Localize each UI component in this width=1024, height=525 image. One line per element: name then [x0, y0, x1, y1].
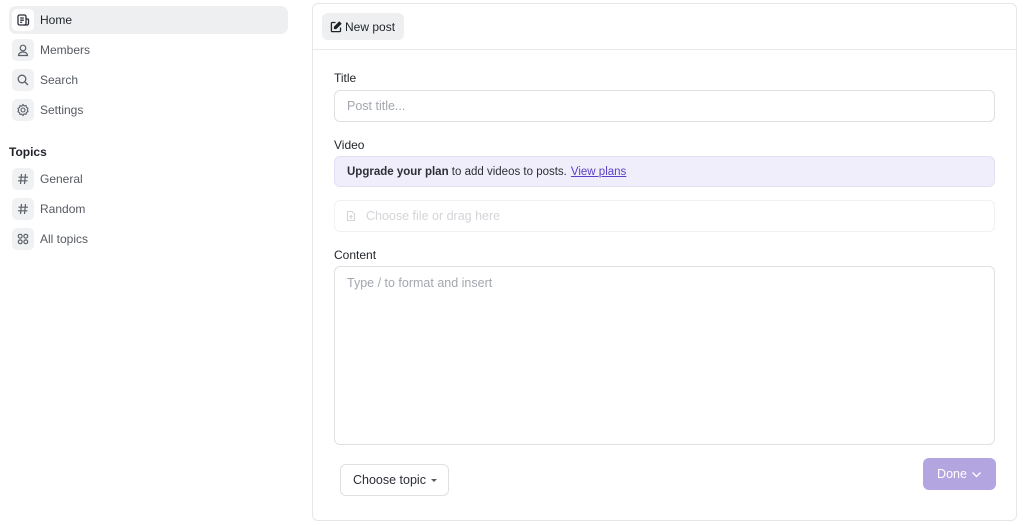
search-icon	[12, 69, 34, 91]
sidebar-item-label: Search	[40, 73, 79, 87]
upgrade-banner: Upgrade your plan to add videos to posts…	[334, 156, 995, 187]
sidebar-item-label: General	[40, 172, 83, 186]
edit-icon	[330, 20, 342, 32]
upgrade-text: to add videos to posts.	[448, 165, 567, 178]
new-post-label: New post	[345, 19, 396, 34]
sidebar-item-label: Members	[40, 43, 91, 57]
file-drop-placeholder: Choose file or drag here	[366, 209, 501, 223]
sidebar-item-random[interactable]: Random	[9, 195, 288, 223]
choose-topic-button[interactable]: Choose topic	[340, 464, 449, 496]
hash-icon	[12, 168, 34, 190]
video-label: Video	[334, 138, 365, 152]
sidebar-item-members[interactable]: Members	[9, 36, 288, 64]
sidebar-item-label: All topics	[40, 232, 89, 246]
sidebar-item-all-topics[interactable]: All topics	[9, 225, 288, 253]
done-label: Done	[937, 467, 967, 481]
panel-header: New post	[313, 4, 1016, 50]
title-label: Title	[334, 71, 357, 85]
title-input[interactable]	[334, 90, 995, 122]
file-upload-icon	[346, 210, 356, 222]
view-plans-link[interactable]: View plans	[571, 166, 626, 178]
content-label: Content	[334, 248, 377, 262]
grid-icon	[12, 228, 34, 250]
done-button[interactable]: Done	[923, 458, 996, 490]
document-icon	[12, 9, 34, 31]
sidebar-item-settings[interactable]: Settings	[9, 96, 288, 124]
choose-topic-label: Choose topic	[353, 473, 426, 487]
caret-down-icon	[430, 478, 437, 482]
sidebar-item-general[interactable]: General	[9, 165, 288, 193]
sidebar-item-label: Settings	[40, 103, 84, 117]
chevron-down-icon	[971, 471, 981, 477]
user-icon	[12, 39, 34, 61]
video-file-dropzone[interactable]: Choose file or drag here	[334, 200, 995, 232]
topics-heading: Topics	[9, 145, 47, 159]
sidebar-item-search[interactable]: Search	[9, 66, 288, 94]
upgrade-bold-text: Upgrade your plan	[347, 165, 449, 178]
sidebar: Home Members Search Settings Topics Gene…	[0, 0, 300, 525]
new-post-button[interactable]: New post	[322, 13, 405, 40]
gear-icon	[12, 99, 34, 121]
new-post-panel: New post Title Video Upgrade your plan t…	[312, 3, 1017, 521]
sidebar-item-label: Random	[40, 202, 86, 216]
hash-icon	[12, 198, 34, 220]
sidebar-item-label: Home	[40, 13, 73, 27]
sidebar-item-home[interactable]: Home	[9, 6, 288, 34]
content-editor[interactable]	[334, 266, 995, 445]
